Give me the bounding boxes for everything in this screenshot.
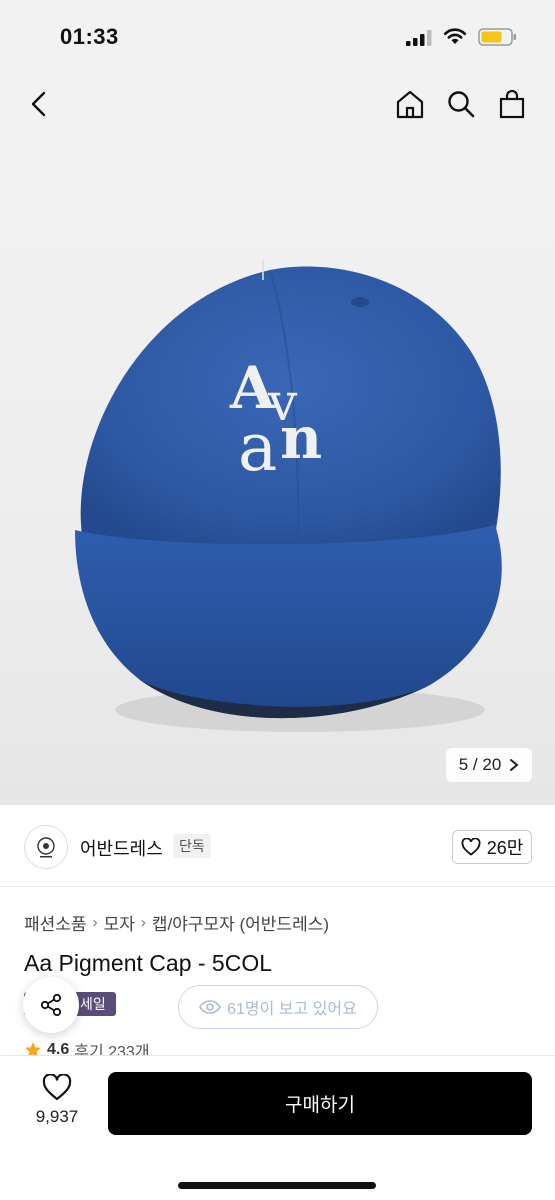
- breadcrumb-item[interactable]: 모자: [104, 910, 135, 935]
- store-logo-icon[interactable]: [24, 825, 68, 869]
- wifi-icon: [443, 28, 467, 44]
- search-button[interactable]: [443, 86, 479, 122]
- status-time: 01:33: [60, 24, 119, 49]
- chevron-right-icon: ›: [140, 914, 146, 931]
- battery-icon: [478, 28, 516, 46]
- shopping-bag-icon: [499, 89, 525, 119]
- counter-text: 5 / 20: [458, 755, 502, 774]
- wishlist-button[interactable]: 9,937: [24, 1074, 90, 1134]
- product-title: Aa Pigment Cap - 5COL: [24, 950, 273, 976]
- store-info-row: 어반드레스 단독 26만: [0, 805, 555, 887]
- product-image-carousel[interactable]: A v a n 5 / 20: [0, 140, 555, 805]
- bottom-action-bar: 9,937 구매하기: [0, 1055, 555, 1200]
- chevron-right-icon: ›: [92, 914, 98, 931]
- store-like-count: 26만: [486, 838, 524, 858]
- image-page-counter[interactable]: 5 / 20: [446, 748, 532, 782]
- heart-outline-icon: [42, 1074, 72, 1101]
- store-name[interactable]: 어반드레스: [80, 835, 163, 861]
- share-button[interactable]: [23, 977, 79, 1033]
- status-bar: 01:33: [0, 0, 555, 70]
- cart-button[interactable]: [494, 86, 530, 122]
- breadcrumb-item[interactable]: 패션소품: [24, 910, 87, 935]
- home-icon: [396, 90, 424, 119]
- share-icon: [40, 993, 62, 1017]
- home-indicator[interactable]: [178, 1182, 376, 1189]
- search-icon: [448, 91, 475, 118]
- back-button[interactable]: [22, 86, 58, 122]
- back-arrow-icon: [31, 91, 46, 117]
- viewers-indicator: 61명이 보고 있어요: [178, 985, 378, 1029]
- buy-button[interactable]: 구매하기: [108, 1072, 532, 1135]
- cellular-signal-icon: [406, 30, 432, 46]
- eye-icon: [199, 1000, 222, 1014]
- heart-outline-icon: [461, 838, 481, 856]
- store-like-button[interactable]: 26만: [452, 830, 532, 864]
- exclusive-badge: 단독: [173, 834, 211, 858]
- breadcrumb-item[interactable]: 캡/야구모자 (어반드레스): [152, 910, 329, 935]
- product-image-cap: A v a n: [75, 260, 502, 732]
- chevron-right-icon: [510, 759, 519, 771]
- viewers-text: 61명이 보고 있어요: [227, 1001, 357, 1018]
- svg-text:a: a: [238, 409, 277, 486]
- home-button[interactable]: [392, 86, 428, 122]
- svg-text:n: n: [280, 404, 322, 472]
- wishlist-count: 9,937: [35, 1107, 79, 1126]
- top-navigation: [0, 70, 555, 140]
- breadcrumb: 패션소품 › 모자 › 캡/야구모자 (어반드레스): [24, 910, 329, 935]
